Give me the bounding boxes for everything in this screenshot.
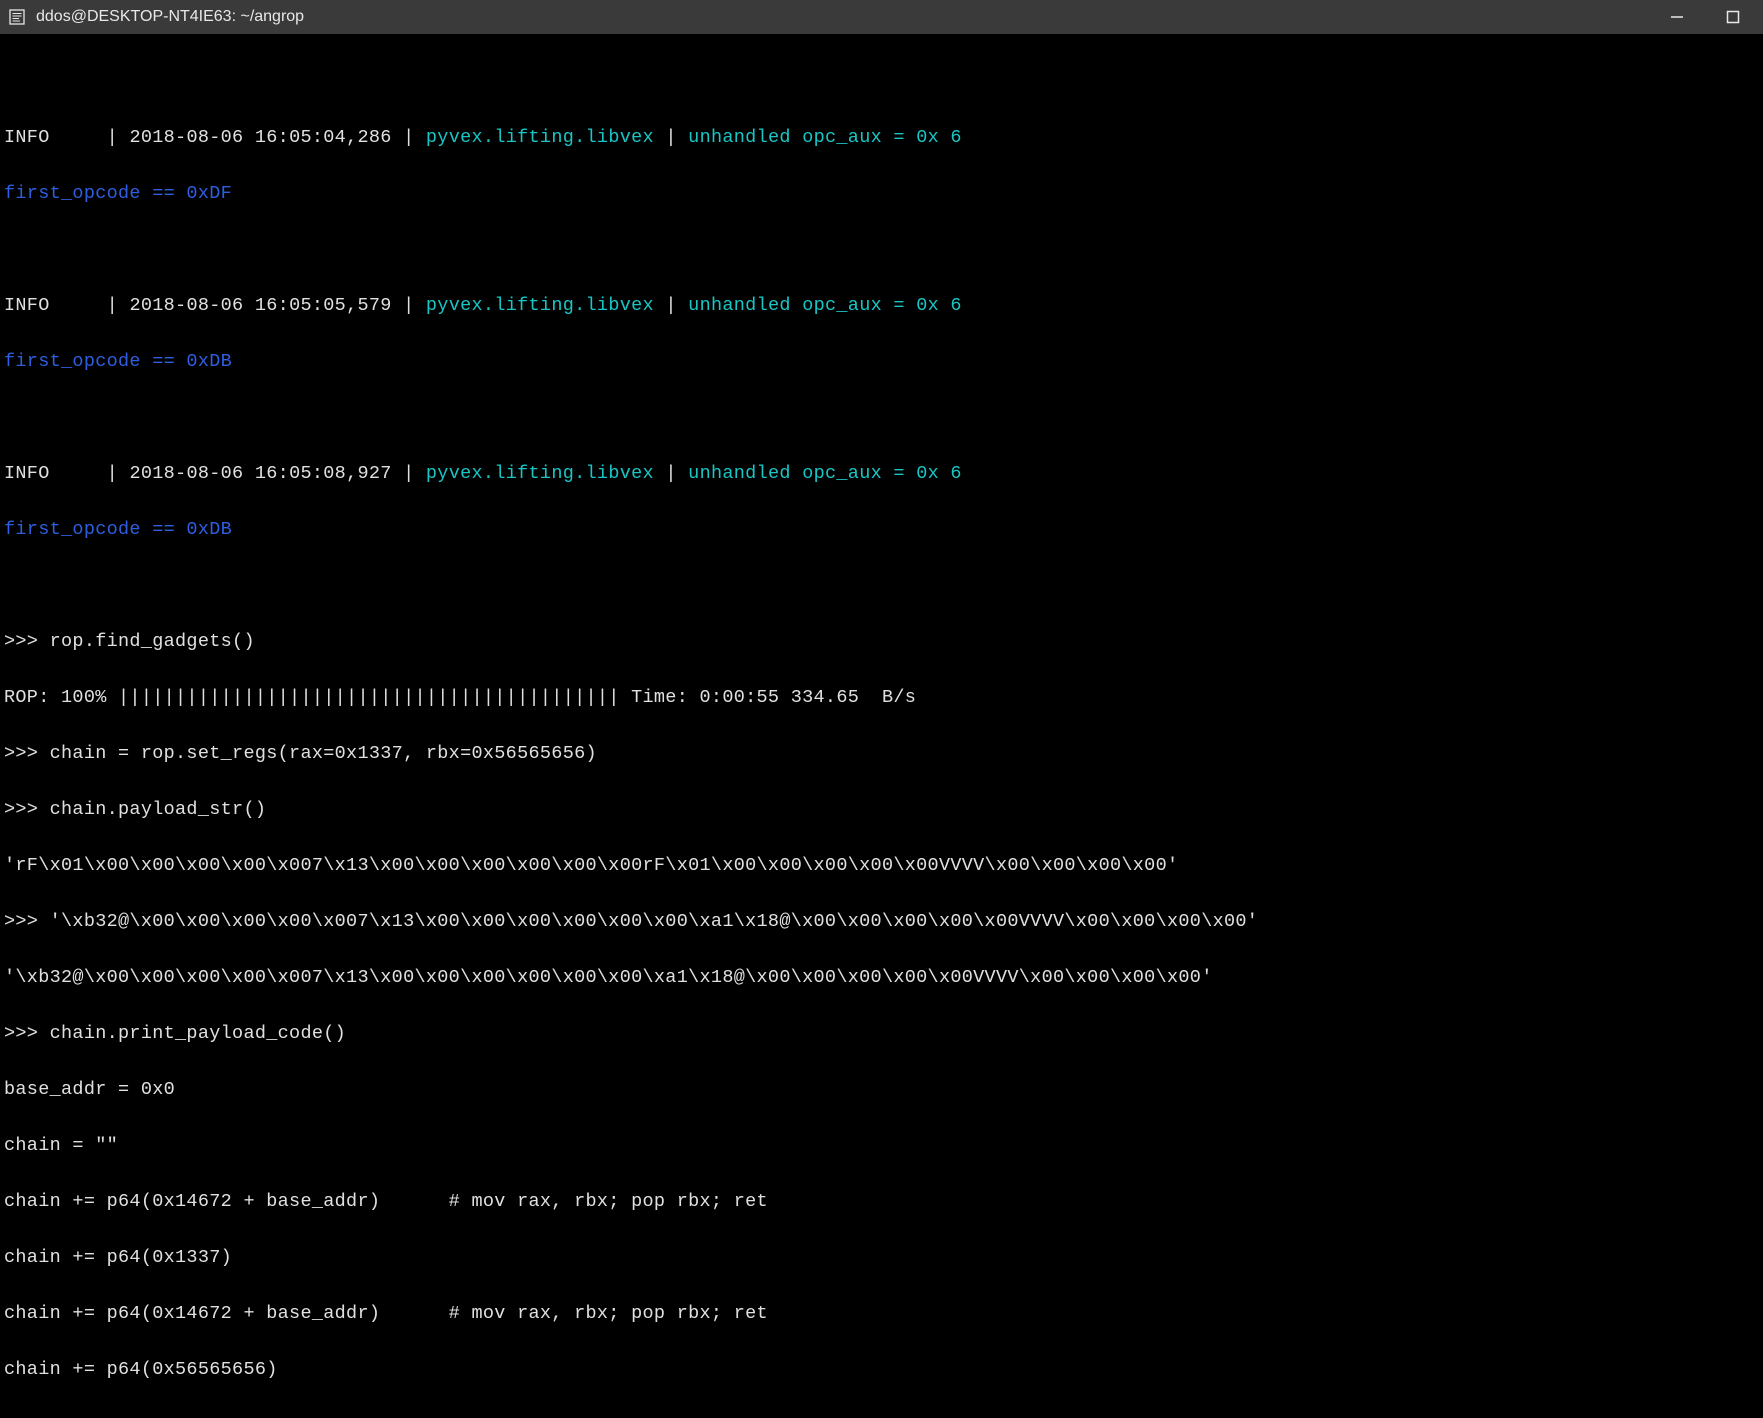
output-line: chain = ""	[4, 1132, 1759, 1160]
separator: |	[95, 295, 129, 316]
app-icon	[8, 8, 26, 26]
log-msg: unhandled opc_aux = 0x 6	[688, 295, 962, 316]
terminal-output[interactable]: INFO | 2018-08-06 16:05:04,286 | pyvex.l…	[0, 34, 1763, 1418]
output-line: chain += p64(0x14672 + base_addr) # mov …	[4, 1188, 1759, 1216]
separator: |	[95, 127, 129, 148]
timestamp: 2018-08-06 16:05:05,579	[129, 295, 391, 316]
window-title: ddos@DESKTOP-NT4IE63: ~/angrop	[36, 8, 1667, 26]
log-extra: first_opcode == 0xDB	[4, 348, 1759, 376]
timestamp: 2018-08-06 16:05:04,286	[129, 127, 391, 148]
log-line: INFO | 2018-08-06 16:05:05,579 | pyvex.l…	[4, 292, 1759, 320]
log-msg: unhandled opc_aux = 0x 6	[688, 127, 962, 148]
titlebar: ddos@DESKTOP-NT4IE63: ~/angrop	[0, 0, 1763, 34]
separator: |	[654, 463, 688, 484]
repl-line: >>> chain = rop.set_regs(rax=0x1337, rbx…	[4, 740, 1759, 768]
separator: |	[95, 463, 129, 484]
output-line: ROP: 100% ||||||||||||||||||||||||||||||…	[4, 684, 1759, 712]
separator: |	[392, 295, 426, 316]
log-extra: first_opcode == 0xDB	[4, 516, 1759, 544]
module: pyvex.lifting.libvex	[426, 463, 654, 484]
log-level: INFO	[4, 463, 95, 484]
minimize-button[interactable]	[1667, 7, 1687, 27]
log-line: INFO | 2018-08-06 16:05:04,286 | pyvex.l…	[4, 124, 1759, 152]
output-line: base_addr = 0x0	[4, 1076, 1759, 1104]
log-level: INFO	[4, 127, 95, 148]
module: pyvex.lifting.libvex	[426, 127, 654, 148]
repl-line: >>> chain.payload_str()	[4, 796, 1759, 824]
maximize-button[interactable]	[1723, 7, 1743, 27]
separator: |	[654, 127, 688, 148]
window-controls	[1667, 7, 1755, 27]
log-level: INFO	[4, 295, 95, 316]
separator: |	[654, 295, 688, 316]
repl-line: >>> '\xb32@\x00\x00\x00\x00\x007\x13\x00…	[4, 908, 1759, 936]
output-line: chain += p64(0x1337)	[4, 1244, 1759, 1272]
output-line: chain += p64(0x56565656)	[4, 1356, 1759, 1384]
log-extra: first_opcode == 0xDF	[4, 180, 1759, 208]
log-line: INFO | 2018-08-06 16:05:08,927 | pyvex.l…	[4, 460, 1759, 488]
output-line: '\xb32@\x00\x00\x00\x00\x007\x13\x00\x00…	[4, 964, 1759, 992]
repl-line: >>> rop.find_gadgets()	[4, 628, 1759, 656]
timestamp: 2018-08-06 16:05:08,927	[129, 463, 391, 484]
module: pyvex.lifting.libvex	[426, 295, 654, 316]
separator: |	[392, 127, 426, 148]
output-line: chain += p64(0x14672 + base_addr) # mov …	[4, 1300, 1759, 1328]
log-msg: unhandled opc_aux = 0x 6	[688, 463, 962, 484]
output-line: 'rF\x01\x00\x00\x00\x00\x007\x13\x00\x00…	[4, 852, 1759, 880]
repl-line: >>> chain.print_payload_code()	[4, 1020, 1759, 1048]
separator: |	[392, 463, 426, 484]
